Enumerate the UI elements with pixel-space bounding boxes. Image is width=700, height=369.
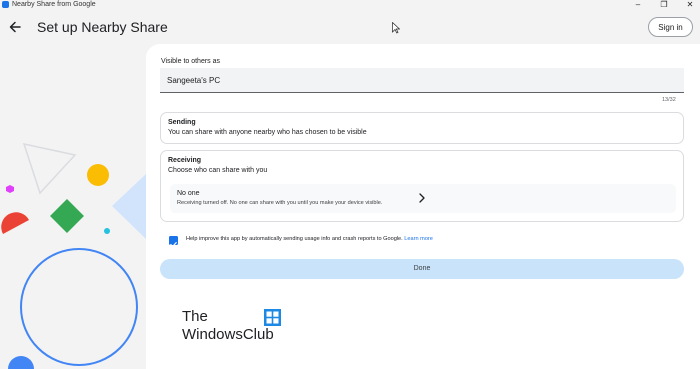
chevron-right-icon — [419, 193, 425, 203]
decorative-shapes-illustration — [1, 142, 146, 369]
light-blue-triangle-shape — [112, 174, 146, 239]
learn-more-link[interactable]: Learn more — [404, 236, 433, 242]
checkmark-icon — [170, 242, 177, 247]
receiving-option-description: Receiving turned off. No one can share w… — [177, 200, 383, 206]
consent-text: Help improve this app by automatically s… — [186, 236, 403, 242]
sign-in-button[interactable]: Sign in — [648, 17, 693, 37]
sending-title: Sending — [168, 119, 196, 126]
nearby-share-app-icon — [2, 1, 9, 8]
page-header: Set up Nearby Share — [0, 12, 700, 44]
done-button[interactable]: Done — [160, 259, 684, 279]
mouse-pointer-icon — [392, 22, 400, 34]
watermark-line2: WindowsClub — [182, 326, 274, 343]
close-icon[interactable]: ✕ — [680, 0, 700, 10]
watermark-line1: The — [182, 308, 208, 325]
large-blue-ring-shape — [20, 248, 138, 366]
sending-section — [160, 112, 684, 144]
window-title: Nearby Share from Google — [12, 1, 96, 8]
green-diamond-shape — [50, 199, 84, 233]
receiving-option-title: No one — [177, 190, 200, 197]
device-name-value: Sangeeta's PC — [167, 76, 221, 85]
sending-description: You can share with anyone nearby who has… — [168, 129, 367, 136]
receiving-description: Choose who can share with you — [168, 167, 268, 174]
red-half-circle-shape — [1, 212, 29, 234]
watermark: The WindowsClub — [182, 308, 281, 343]
receiving-title: Receiving — [168, 157, 202, 164]
window-titlebar: Nearby Share from Google – ❐ ✕ — [0, 0, 700, 12]
yellow-circle-shape — [87, 164, 109, 186]
back-arrow-icon[interactable] — [8, 20, 22, 34]
visibility-label: Visible to others as — [161, 58, 221, 65]
receiving-option-button[interactable]: No one Receiving turned off. No one can … — [170, 184, 676, 213]
usage-stats-checkbox[interactable] — [169, 236, 178, 247]
triangle-outline-shape — [22, 142, 77, 195]
restore-icon[interactable]: ❐ — [654, 0, 674, 10]
device-name-input[interactable]: Sangeeta's PC — [160, 68, 684, 93]
pink-hexagon-shape — [6, 185, 14, 193]
char-counter: 13/32 — [662, 97, 676, 103]
consent-text-line: Help improve this app by automatically s… — [186, 236, 433, 242]
page-title: Set up Nearby Share — [37, 19, 168, 35]
cyan-dot-shape — [104, 228, 110, 234]
blue-circle-shape — [8, 356, 34, 369]
windows-logo-icon — [264, 309, 281, 326]
minimize-icon[interactable]: – — [628, 0, 648, 10]
